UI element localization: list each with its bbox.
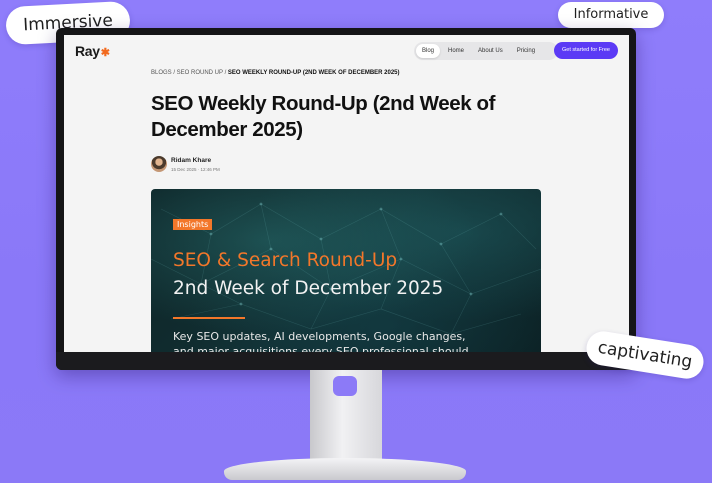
browser-screen: Ray✱ Blog Home About Us Pricing Get star… [64,35,629,352]
monitor-chin [56,352,636,370]
nav-item-about-us[interactable]: About Us [472,44,509,58]
hero-tag: Insights [173,219,213,230]
site-logo[interactable]: Ray✱ [75,43,110,59]
hero-description: Key SEO updates, AI developments, Google… [173,330,469,352]
nav-item-pricing[interactable]: Pricing [511,44,541,58]
breadcrumb: BLOGS / SEO ROUND UP / SEO WEEKLY ROUND-… [151,70,400,76]
author-avatar[interactable] [151,156,167,172]
monitor-stand-base [224,458,466,480]
nav-item-home[interactable]: Home [442,44,470,58]
article-title: SEO Weekly Round-Up (2nd Week of Decembe… [151,92,496,141]
hero-banner-image: Insights SEO & Search Round-Up 2nd Week … [151,189,541,352]
nav-item-blog[interactable]: Blog [416,44,441,58]
logo-text: Ray [75,43,100,59]
logo-star-icon: ✱ [100,47,110,59]
breadcrumb-current: SEO WEEKLY ROUND-UP (2ND WEEK OF DECEMBE… [227,70,400,76]
breadcrumb-path[interactable]: BLOGS / SEO ROUND UP / [151,70,228,76]
author-name[interactable]: Ridam Khare [171,157,211,164]
hero-divider [173,317,245,319]
get-started-button[interactable]: Get started for Free [554,42,618,59]
hero-heading-line1: SEO & Search Round-Up [173,250,398,271]
informative-sticker: Informative [558,2,664,28]
publish-date: 15 Dec 2025 · 12:46 PM [171,167,220,172]
captivating-sticker: captivating [584,328,706,382]
top-nav: Blog Home About Us Pricing [414,42,558,60]
monitor-stand-cutout [333,376,357,396]
hero-heading-line2: 2nd Week of December 2025 [173,278,444,299]
